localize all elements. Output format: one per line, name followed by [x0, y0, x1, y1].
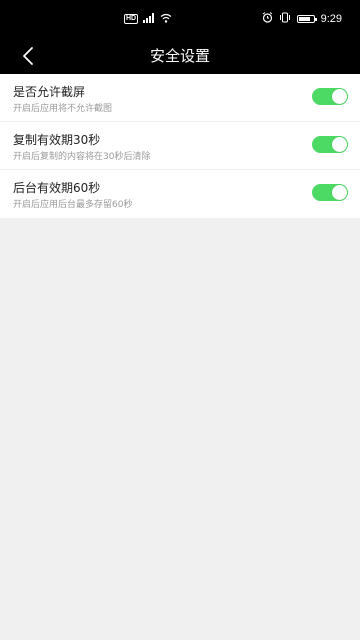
- toggle-knob: [332, 137, 347, 152]
- status-bar: HD 9:29: [0, 0, 360, 38]
- settings-list: 是否允许截屏 开启后应用将不允许截图 复制有效期30秒 开启后复制的内容将在30…: [0, 74, 360, 218]
- setting-title: 是否允许截屏: [13, 85, 86, 99]
- background-expiry-toggle[interactable]: [312, 184, 348, 201]
- status-right: 9:29: [262, 12, 342, 26]
- title-bar: 安全设置: [0, 38, 360, 74]
- setting-row-background-expiry: 后台有效期60秒 开启后应用后台最多存留60秒: [0, 170, 360, 218]
- page-title: 安全设置: [149, 47, 210, 65]
- vibrate-icon: [279, 12, 291, 26]
- status-time: 9:29: [320, 13, 342, 25]
- setting-title: 后台有效期60秒: [13, 181, 101, 195]
- status-left: HD: [124, 12, 172, 26]
- alarm-icon: [262, 12, 273, 26]
- signal-icon: [143, 12, 155, 26]
- battery-icon: [296, 15, 317, 23]
- battery-fill: [298, 17, 310, 21]
- setting-description: 开启后复制的内容将在30秒后清除: [13, 152, 151, 162]
- toggle-knob: [332, 89, 347, 104]
- toggle-knob: [332, 185, 347, 200]
- hd-icon: HD: [124, 14, 139, 24]
- screenshot-toggle[interactable]: [312, 88, 348, 105]
- setting-row-screenshot: 是否允许截屏 开启后应用将不允许截图: [0, 74, 360, 122]
- setting-row-copy-expiry: 复制有效期30秒 开启后复制的内容将在30秒后清除: [0, 122, 360, 170]
- setting-title: 复制有效期30秒: [13, 133, 101, 147]
- wifi-icon: [160, 13, 172, 26]
- copy-expiry-toggle[interactable]: [312, 136, 348, 153]
- setting-description: 开启后应用将不允许截图: [13, 104, 113, 114]
- setting-description: 开启后应用后台最多存留60秒: [13, 200, 133, 210]
